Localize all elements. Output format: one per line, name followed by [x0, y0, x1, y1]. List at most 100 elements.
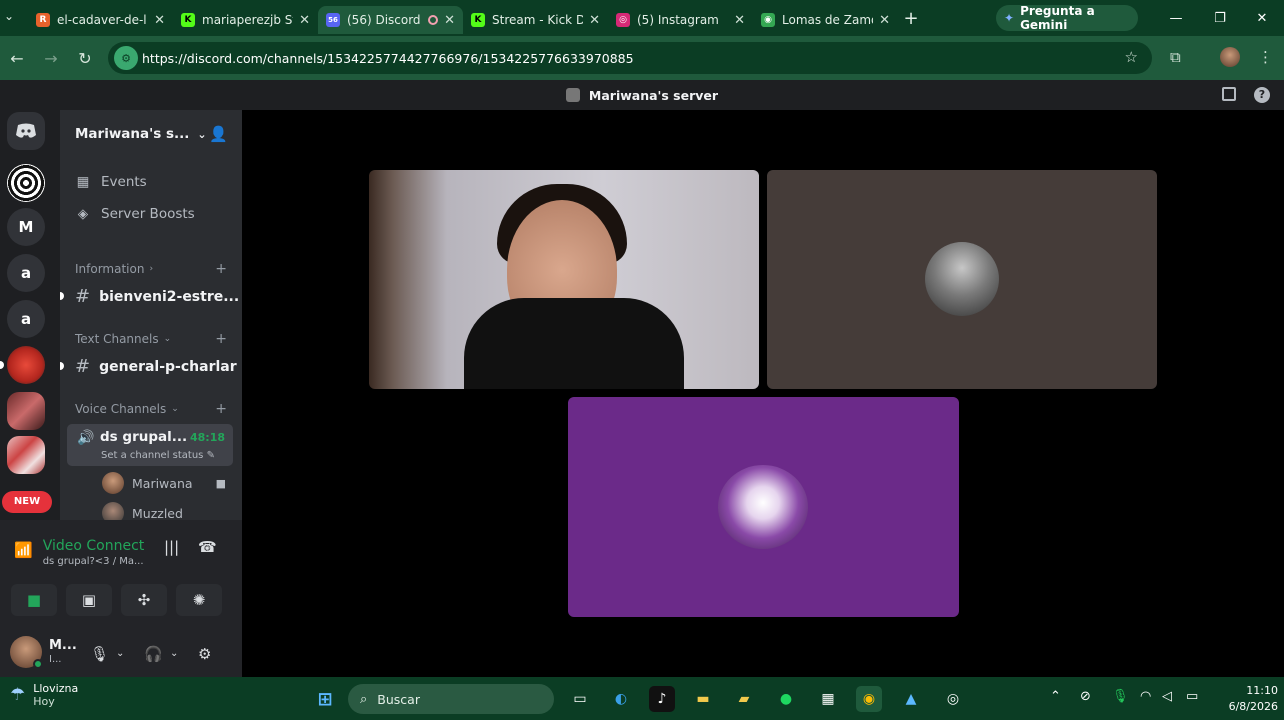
- discord-home-icon[interactable]: [7, 112, 45, 150]
- file-explorer-icon[interactable]: ▬: [690, 686, 716, 712]
- category-text-channels[interactable]: Text Channels ⌄ +: [75, 331, 227, 347]
- site-info-icon[interactable]: ⚙: [114, 46, 138, 70]
- soundboard-button[interactable]: ✺: [176, 584, 222, 616]
- browser-tab-6[interactable]: ◉ Lomas de Zamo ✕: [753, 6, 898, 34]
- minimize-button[interactable]: —: [1154, 0, 1198, 36]
- online-status-icon: [33, 659, 43, 669]
- add-channel-icon[interactable]: +: [215, 261, 227, 277]
- gemini-star-icon: ✦: [1004, 11, 1015, 25]
- noise-suppression-icon[interactable]: |||: [164, 538, 179, 556]
- microphone-icon[interactable]: 🎙: [90, 645, 109, 663]
- camera-button[interactable]: ■: [11, 584, 57, 616]
- voice-channel-active[interactable]: 🔊 ds grupal... 48:18 Set a channel statu…: [67, 424, 233, 466]
- spotify-icon[interactable]: ●: [773, 686, 799, 712]
- discord-title-bar: Mariwana's server ?: [0, 80, 1284, 110]
- help-icon[interactable]: ?: [1254, 87, 1270, 103]
- close-tab-icon[interactable]: ✕: [444, 13, 455, 28]
- task-view-icon[interactable]: ▭: [567, 686, 593, 712]
- network-off-icon[interactable]: ⊘: [1080, 689, 1091, 704]
- bookmark-star-icon[interactable]: ☆: [1125, 48, 1138, 66]
- gemini-button[interactable]: ✦ Pregunta a Gemini: [996, 4, 1138, 32]
- server-spiral-icon[interactable]: [7, 164, 45, 202]
- volume-icon[interactable]: ◁: [1162, 689, 1172, 704]
- weather-widget[interactable]: ☂ Llovizna Hoy: [10, 682, 78, 708]
- server-a-2[interactable]: a: [7, 300, 45, 338]
- video-tile-avatar-2[interactable]: [568, 397, 959, 617]
- server-anime-icon[interactable]: [7, 392, 45, 430]
- video-tile-avatar-1[interactable]: [767, 170, 1157, 389]
- new-badge[interactable]: NEW: [2, 491, 52, 513]
- server-a-1[interactable]: a: [7, 254, 45, 292]
- server-among-us-icon[interactable]: [7, 346, 45, 384]
- windows-start-icon[interactable]: ⊞: [312, 686, 338, 712]
- edge-icon[interactable]: ◐: [608, 686, 634, 712]
- activities-button[interactable]: ✣: [121, 584, 167, 616]
- hash-icon: #: [75, 356, 91, 377]
- server-m[interactable]: M: [7, 208, 45, 246]
- restore-button[interactable]: ❐: [1198, 0, 1242, 36]
- close-window-button[interactable]: ✕: [1240, 0, 1284, 36]
- disconnect-icon[interactable]: ☎: [198, 538, 217, 556]
- browser-tab-3[interactable]: 56 (56) Discord ✕: [318, 6, 463, 34]
- chevron-down-icon: ⌄: [197, 127, 207, 141]
- close-tab-icon[interactable]: ✕: [589, 13, 600, 28]
- microsoft-store-icon[interactable]: ▦: [815, 686, 841, 712]
- close-tab-icon[interactable]: ✕: [299, 13, 310, 28]
- channel-general[interactable]: # general-p-charlar: [75, 356, 237, 377]
- chevron-down-icon[interactable]: ⌄: [170, 648, 178, 659]
- profile-avatar[interactable]: [1220, 47, 1240, 67]
- server-boosts-item[interactable]: ◈ Server Boosts: [75, 206, 195, 222]
- user-avatar[interactable]: [10, 636, 43, 669]
- events-item[interactable]: ▦ Events: [75, 174, 147, 190]
- avatar: [925, 242, 999, 316]
- voice-user-mariwana[interactable]: Mariwana ■: [102, 472, 226, 494]
- chevron-up-icon[interactable]: ⌃: [1050, 689, 1061, 704]
- back-icon[interactable]: ←: [0, 49, 34, 68]
- microphone-tray-icon[interactable]: 🎙: [1112, 689, 1129, 704]
- pencil-icon: ✎: [206, 450, 215, 461]
- photos-icon[interactable]: ▲: [898, 686, 924, 712]
- browser-tab-1[interactable]: R el-cadaver-de-l ✕: [28, 6, 173, 34]
- server-art-icon[interactable]: [7, 436, 45, 474]
- tiktok-icon[interactable]: ♪: [649, 686, 675, 712]
- screen-share-button[interactable]: ▣: [66, 584, 112, 616]
- close-tab-icon[interactable]: ✕: [734, 13, 745, 28]
- taskbar-search[interactable]: ⌕ Buscar: [348, 684, 554, 714]
- category-information[interactable]: Information › +: [75, 261, 227, 277]
- menu-kebab-icon[interactable]: ⋮: [1258, 48, 1273, 66]
- add-channel-icon[interactable]: +: [215, 401, 227, 417]
- url-bar[interactable]: ⚙ https://discord.com/channels/153422577…: [108, 42, 1152, 74]
- tab-search-dropdown-icon[interactable]: ⌄: [4, 9, 14, 23]
- video-tile-webcam[interactable]: [369, 170, 759, 389]
- address-toolbar: ← → ↻ ⚙ https://discord.com/channels/153…: [0, 36, 1284, 80]
- discord-taskbar-icon[interactable]: ◎: [940, 686, 966, 712]
- extensions-icon[interactable]: ⧉: [1170, 48, 1181, 66]
- reload-icon[interactable]: ↻: [68, 49, 102, 68]
- battery-icon[interactable]: ▭: [1186, 689, 1198, 704]
- add-channel-icon[interactable]: +: [215, 331, 227, 347]
- wifi-icon[interactable]: ◠: [1140, 689, 1151, 704]
- browser-tab-5[interactable]: ◎ (5) Instagram ✕: [608, 6, 753, 34]
- server-header[interactable]: Mariwana's s... ⌄ 👤: [60, 110, 242, 158]
- browser-tab-4[interactable]: K Stream - Kick D ✕: [463, 6, 608, 34]
- invite-people-icon[interactable]: 👤: [209, 125, 228, 143]
- set-channel-status[interactable]: Set a channel status ✎: [101, 450, 215, 461]
- chevron-down-icon[interactable]: ⌄: [116, 648, 124, 659]
- close-tab-icon[interactable]: ✕: [154, 13, 165, 28]
- headphones-icon[interactable]: 🎧: [144, 645, 163, 663]
- connection-info[interactable]: 📶 Video Connected ds grupal?<3 / Ma...: [14, 538, 145, 567]
- url-text[interactable]: https://discord.com/channels/15342257744…: [142, 51, 634, 66]
- category-voice-channels[interactable]: Voice Channels ⌄ +: [75, 401, 227, 417]
- sticky-notes-icon[interactable]: ▰: [731, 686, 757, 712]
- inbox-icon[interactable]: [1222, 87, 1236, 101]
- browser-tab-2[interactable]: K mariaperezjb St ✕: [173, 6, 318, 34]
- avatar: [718, 465, 808, 549]
- settings-gear-icon[interactable]: ⚙: [198, 645, 211, 663]
- forward-icon[interactable]: →: [34, 49, 68, 68]
- channel-unread-pill: [60, 362, 64, 370]
- chrome-icon[interactable]: ◉: [856, 686, 882, 712]
- clock[interactable]: 11:10 6/8/2026: [1206, 683, 1278, 715]
- channel-bienvenidos[interactable]: # bienveni2-estre...: [75, 286, 239, 307]
- new-tab-button[interactable]: +: [898, 8, 924, 29]
- close-tab-icon[interactable]: ✕: [879, 13, 890, 28]
